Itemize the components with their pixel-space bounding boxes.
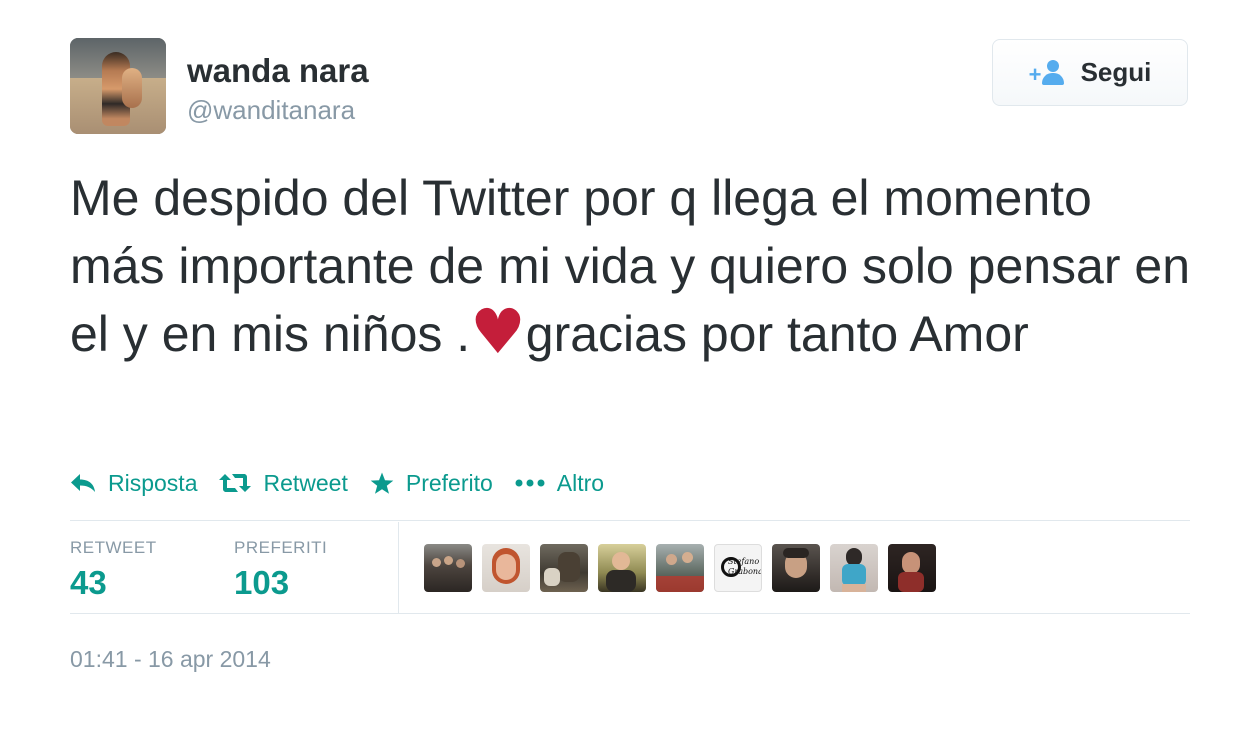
follow-button[interactable]: + Segui (992, 39, 1188, 106)
favoriter-avatar-3[interactable] (540, 544, 588, 592)
favoriter-avatar-8[interactable] (830, 544, 878, 592)
author-handle[interactable]: @wanditanara (187, 95, 355, 126)
reply-label: Risposta (108, 469, 198, 496)
more-action[interactable]: Altro (515, 470, 604, 497)
favoriter-avatar-7[interactable] (772, 544, 820, 592)
favoriters-list: Stefano Grabona (424, 544, 936, 592)
retweet-icon (219, 474, 252, 492)
favoriter-avatar-2[interactable] (482, 544, 530, 592)
favorites-count: 103 (234, 564, 290, 601)
tweet-timestamp[interactable]: 01:41 - 16 apr 2014 (70, 646, 271, 673)
favorite-action[interactable]: Preferito (370, 470, 493, 497)
author-avatar[interactable] (70, 38, 166, 134)
divider-bottom (70, 613, 1190, 614)
retweet-stat-label: RETWEET (70, 538, 157, 557)
reply-action[interactable]: Risposta (70, 470, 197, 497)
favoriter-avatar-6-caption: Stefano Grabona (728, 557, 762, 576)
retweet-action[interactable]: Retweet (219, 469, 348, 497)
divider-top (70, 520, 1190, 521)
stats-separator (398, 522, 399, 613)
retweet-count: 43 (70, 564, 107, 601)
add-user-icon: + (1029, 59, 1067, 86)
tweet-text-part-2: gracias por tanto Amor (525, 306, 1029, 362)
favorite-label: Preferito (405, 469, 493, 496)
author-name[interactable]: wanda nara (187, 52, 369, 90)
favoriter-avatar-9[interactable] (888, 544, 936, 592)
reply-icon (71, 474, 95, 492)
tweet-text: Me despido del Twitter por q llega el mo… (70, 164, 1200, 368)
favoriter-avatar-5[interactable] (656, 544, 704, 592)
favoriter-avatar-1[interactable] (424, 544, 472, 592)
retweet-label: Retweet (263, 469, 348, 496)
favorites-stat-label: PREFERITI (234, 538, 328, 557)
heart-emoji-icon: ♥ (470, 295, 526, 368)
more-icon (515, 479, 545, 487)
tweet-actions: Risposta Retweet Preferito Altro (70, 464, 604, 502)
favoriter-avatar-4[interactable] (598, 544, 646, 592)
favoriter-avatar-6[interactable]: Stefano Grabona (714, 544, 762, 592)
avatar-figure-child (122, 68, 142, 108)
star-icon (370, 472, 394, 494)
more-label: Altro (556, 469, 605, 496)
follow-button-label: Segui (1080, 57, 1152, 87)
